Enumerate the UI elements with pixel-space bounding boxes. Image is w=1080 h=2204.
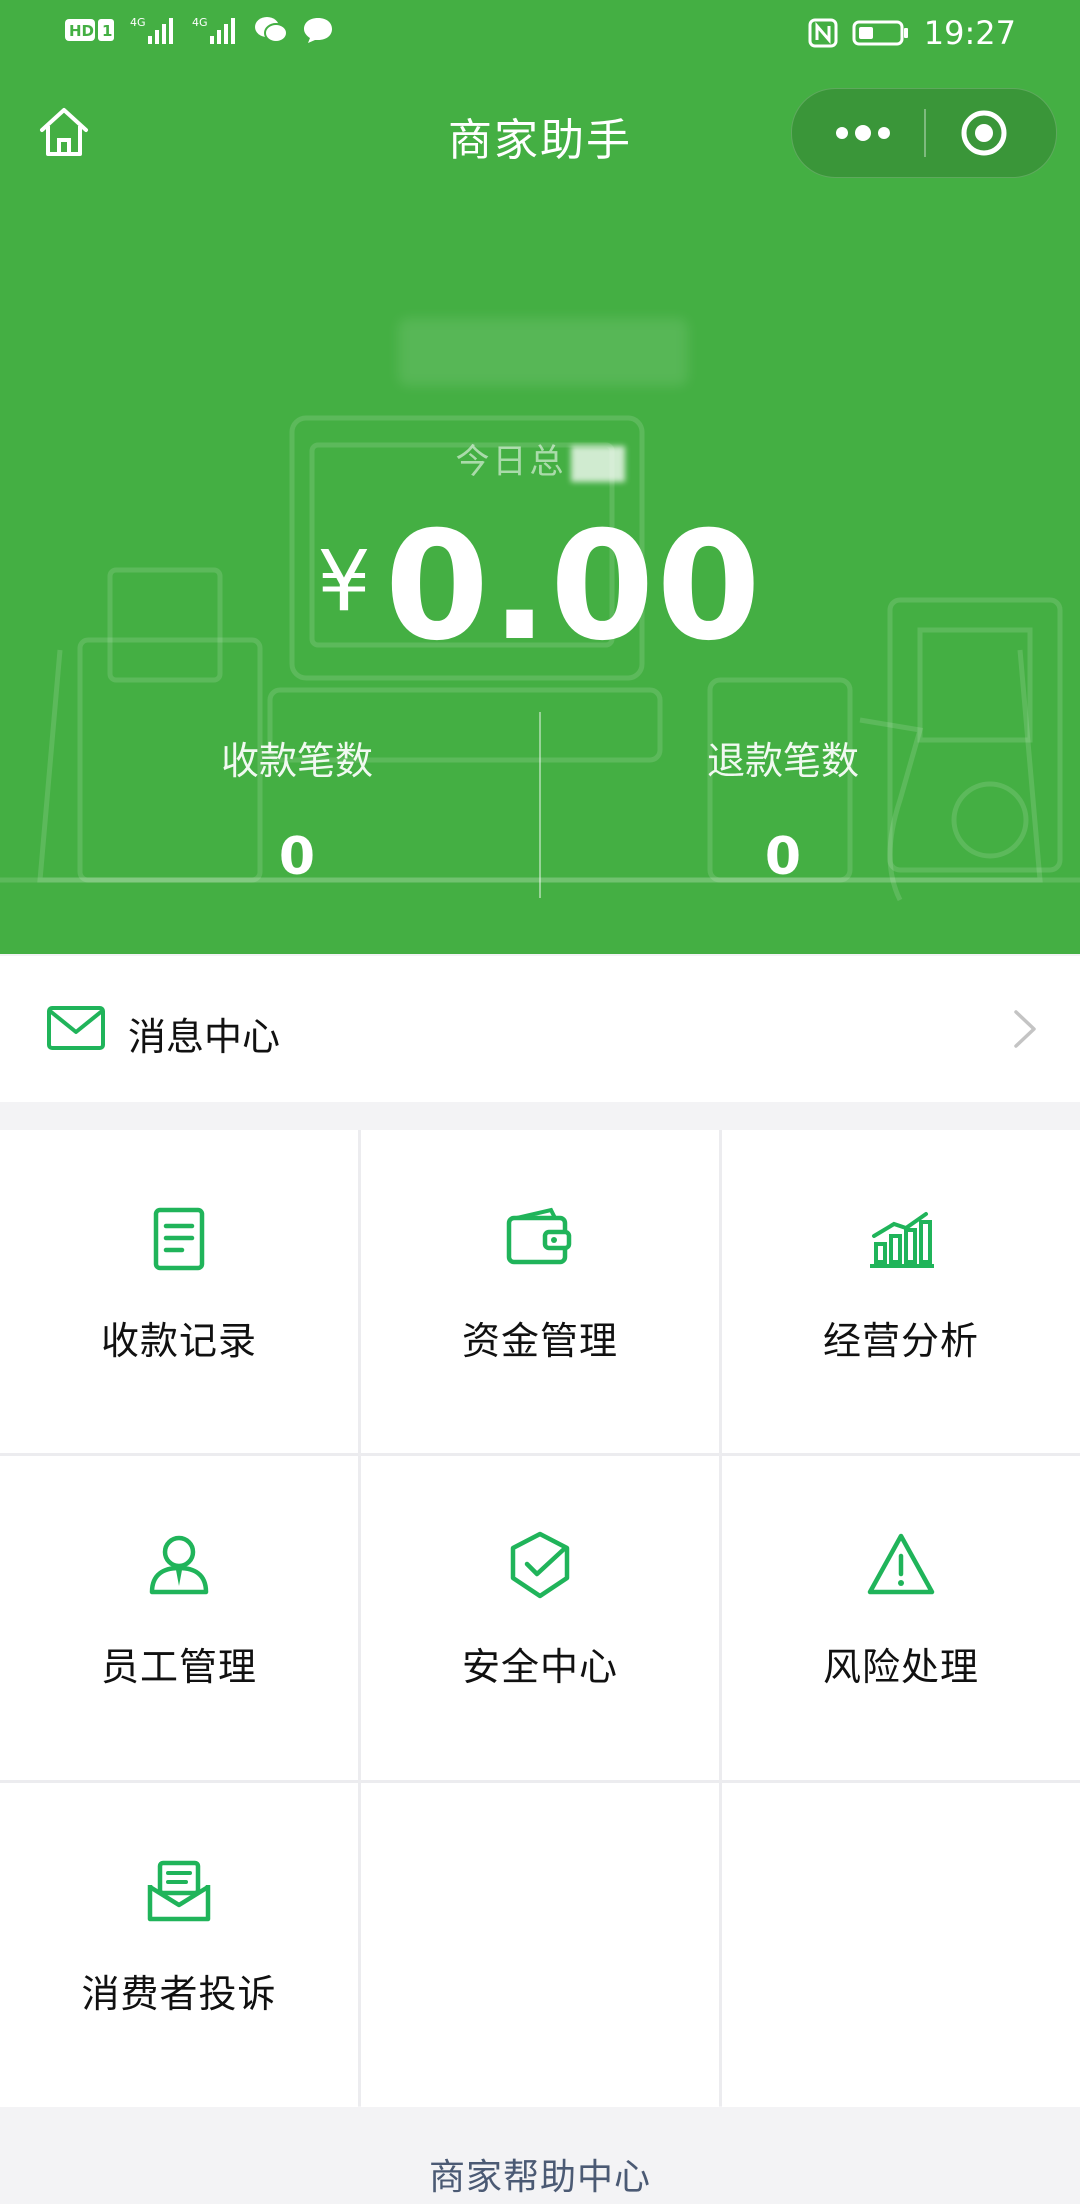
grid-item-label: 员工管理 — [100, 1645, 257, 1689]
grid-item-label: 消费者投诉 — [81, 1972, 277, 2016]
bar-chart-icon — [870, 1212, 934, 1268]
capsule-divider — [924, 109, 926, 157]
close-miniprogram-icon[interactable] — [958, 107, 1010, 159]
message-center-label: 消息中心 — [128, 1015, 281, 1059]
svg-text:4G: 4G — [130, 16, 146, 29]
status-time: 19:27 — [923, 14, 1016, 52]
status-left: HD 1 4G 4G — [64, 14, 334, 46]
nav-bar: 商家助手 — [0, 84, 1080, 180]
employee-icon — [149, 1535, 209, 1595]
grid-item-security-center[interactable]: 安全中心 — [361, 1456, 719, 1780]
refund-count-value: 0 — [764, 827, 802, 887]
grid-item-label: 风险处理 — [822, 1645, 979, 1689]
grid-empty-cell — [722, 1783, 1080, 2107]
more-icon[interactable] — [828, 107, 898, 159]
wallet-icon — [506, 1207, 572, 1265]
shield-icon — [510, 1531, 570, 1599]
svg-text:1: 1 — [102, 22, 112, 40]
warning-icon — [867, 1533, 935, 1595]
grid-item-business-analysis[interactable]: 经营分析 — [722, 1130, 1080, 1453]
grid-item-label: 资金管理 — [461, 1319, 618, 1363]
chevron-right-icon — [1014, 1010, 1036, 1048]
signal-4g-icon: 4G — [192, 16, 235, 44]
refund-count-label: 退款笔数 — [706, 739, 859, 783]
status-bar: HD 1 4G 4G 19:27 — [0, 0, 1080, 70]
grid-item-label: 经营分析 — [822, 1319, 979, 1363]
help-center-link[interactable]: 商家帮助中心 — [0, 2148, 1080, 2200]
grid-item-consumer-complaints[interactable]: 消费者投诉 — [0, 1783, 358, 2107]
receipt-icon — [153, 1207, 205, 1271]
amount-value: 0.00 — [384, 500, 763, 674]
signal-4g-icon: 4G — [130, 16, 173, 44]
grid-item-fund-management[interactable]: 资金管理 — [361, 1130, 719, 1453]
currency-symbol: ¥ — [317, 532, 371, 630]
today-total-label: 今日总 — [0, 434, 1080, 483]
grid-item-payment-records[interactable]: 收款记录 — [0, 1130, 358, 1453]
svg-text:4G: 4G — [192, 16, 208, 29]
grid-item-staff-management[interactable]: 员工管理 — [0, 1456, 358, 1780]
payment-count-stat[interactable]: 收款笔数 0 — [27, 730, 567, 887]
payment-count-label: 收款笔数 — [220, 739, 373, 783]
battery-icon — [852, 20, 908, 46]
grid-item-label: 安全中心 — [461, 1645, 618, 1689]
svg-text:HD: HD — [69, 22, 94, 40]
wechat-icon — [255, 17, 288, 43]
payment-count-value: 0 — [278, 827, 316, 887]
envelope-icon — [47, 1006, 105, 1050]
message-center-row[interactable]: 消息中心 — [0, 956, 1080, 1102]
message-icon — [304, 18, 332, 43]
grid-item-label: 收款记录 — [100, 1319, 257, 1363]
redacted-block — [570, 445, 625, 482]
grid-item-risk-handling[interactable]: 风险处理 — [722, 1456, 1080, 1780]
hd-icon: HD 1 — [65, 19, 114, 41]
complaint-mail-icon — [147, 1860, 211, 1922]
refund-count-stat[interactable]: 退款笔数 0 — [513, 730, 1053, 887]
nfc-icon — [808, 18, 838, 48]
grid-empty-cell — [361, 1783, 719, 2107]
status-right: 19:27 — [808, 14, 1016, 52]
summary-header: HD 1 4G 4G 19:27 商家助手 今日总 ¥0.00 收款笔数 0 退… — [0, 0, 1080, 954]
feature-grid: 收款记录 资金管理 经营分析 员工管理 安全中心 风险处理 消费者投诉 — [0, 1130, 1080, 2107]
today-total-text: 今日总 — [455, 442, 567, 482]
today-amount: ¥0.00 — [0, 500, 1080, 674]
miniprogram-capsule — [791, 88, 1057, 178]
merchant-name-blurred — [398, 318, 688, 386]
